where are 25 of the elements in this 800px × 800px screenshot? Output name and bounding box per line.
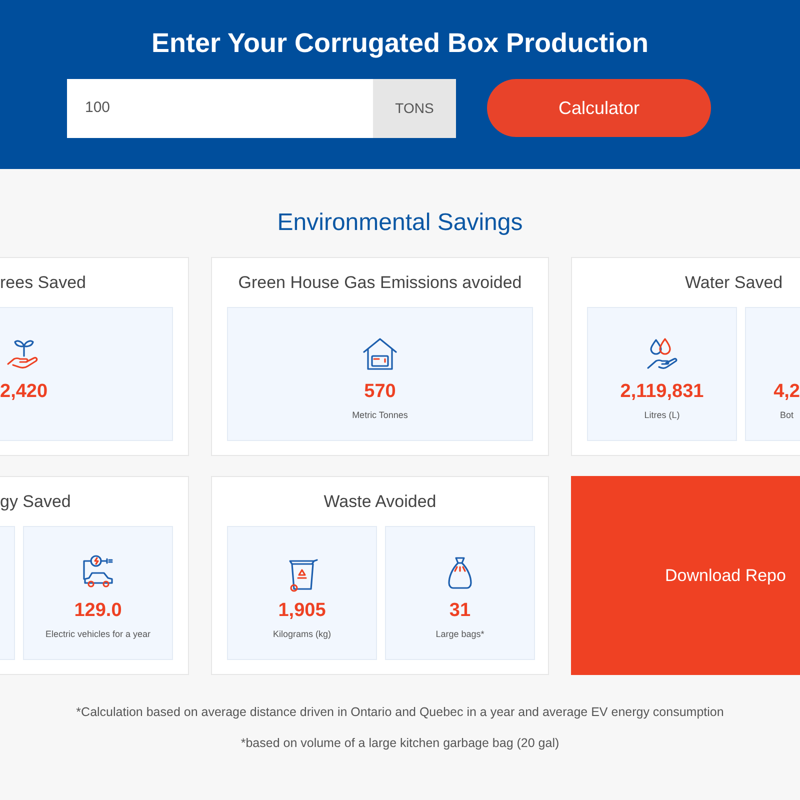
- stat-value: 1,905: [278, 601, 326, 620]
- unit-label: TONS: [373, 79, 456, 138]
- card-title: gy Saved: [0, 490, 71, 513]
- stat-value: 31: [449, 601, 471, 620]
- download-report-button[interactable]: Download Repo: [571, 476, 800, 675]
- card-title: Green House Gas Emissions avoided: [238, 272, 522, 294]
- footnote: *Calculation based on average distance driven in Ontario and Quebec in a year and average EV energy consumption: [76, 704, 724, 721]
- calculator-button[interactable]: Calculator: [487, 79, 711, 137]
- stat-label: Litres (L): [644, 409, 680, 422]
- section-title: Environmental Savings: [277, 211, 523, 235]
- stat-value: 4,2: [774, 382, 800, 401]
- stat-value: 2,119,831: [620, 382, 704, 401]
- stat-value: 570: [364, 382, 396, 401]
- stat-label: Electric vehicles for a year: [45, 628, 151, 641]
- card-title: Waste Avoided: [324, 490, 436, 513]
- page-title: Enter Your Corrugated Box Production: [151, 30, 649, 57]
- stat-value: 129.0: [74, 601, 122, 620]
- footnote: *based on volume of a large kitchen garbage bag (20 gal): [240, 734, 560, 752]
- stat-label: Metric Tonnes: [352, 409, 408, 422]
- stat-label: Kilograms (kg): [272, 628, 331, 641]
- stat-label: Large bags*: [436, 628, 484, 641]
- card-title: Water Saved: [685, 272, 783, 294]
- stat-value: 2,420: [0, 382, 48, 401]
- card-title: rees Saved: [0, 272, 86, 294]
- stat-label: Bot: [780, 409, 794, 422]
